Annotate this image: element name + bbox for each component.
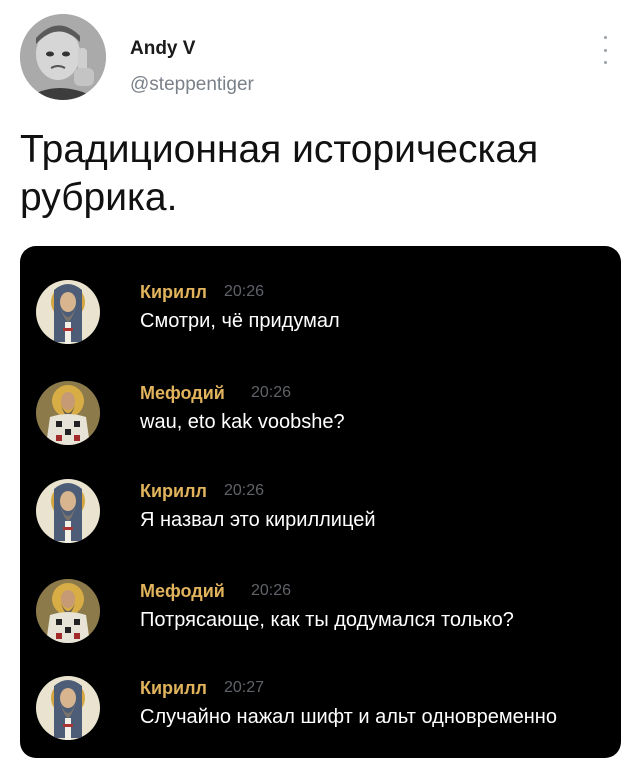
message-author[interactable]: Мефодий	[140, 383, 225, 404]
chat-avatar[interactable]	[36, 381, 100, 445]
chat-message: Кирилл 20:26 Смотри, чё придумал	[36, 280, 606, 360]
chat-message: Мефодий 20:26 Потрясающе, как ты додумал…	[36, 579, 606, 659]
more-options-icon[interactable]	[598, 36, 612, 64]
tweet-text: Традиционная историческая рубрика.	[20, 126, 610, 222]
chat-avatar[interactable]	[36, 676, 100, 740]
icon-saint-mefodiy-avatar	[36, 579, 100, 643]
tweet-header: Andy V @steppentiger	[20, 14, 620, 104]
message-text: Смотри, чё придумал	[140, 310, 340, 332]
message-author[interactable]: Кирилл	[140, 678, 207, 699]
message-text: Я назвал это кириллицей	[140, 509, 376, 531]
more-dot	[603, 48, 607, 52]
message-author[interactable]: Кирилл	[140, 282, 207, 303]
author-avatar[interactable]	[20, 14, 106, 100]
message-time: 20:26	[224, 482, 265, 499]
chat-message: Кирилл 20:26 Я назвал это кириллицей	[36, 479, 606, 559]
message-time: 20:26	[251, 384, 292, 401]
more-dot	[603, 36, 607, 39]
message-time: 20:26	[251, 582, 292, 599]
message-text: wau, eto kak voobshe?	[140, 411, 345, 433]
more-dot	[603, 61, 607, 64]
chat-screenshot: Кирилл 20:26 Смотри, чё придумал Мефодий…	[20, 246, 621, 758]
user-avatar-icon	[20, 14, 106, 100]
icon-saint-kirill-avatar	[36, 479, 100, 543]
chat-avatar[interactable]	[36, 579, 100, 643]
icon-saint-kirill-avatar	[36, 280, 100, 344]
chat-avatar[interactable]	[36, 479, 100, 543]
message-time: 20:26	[224, 283, 265, 300]
tweet-text-line: Традиционная историческая	[20, 128, 539, 171]
author-name[interactable]: Andy V	[130, 38, 195, 60]
chat-message: Кирилл 20:27 Случайно нажал шифт и альт …	[36, 676, 606, 756]
icon-saint-kirill-avatar	[36, 676, 100, 740]
message-time: 20:27	[224, 679, 265, 696]
chat-message: Мефодий 20:26 wau, eto kak voobshe?	[36, 381, 606, 461]
message-author[interactable]: Кирилл	[140, 481, 207, 502]
chat-avatar[interactable]	[36, 280, 100, 344]
tweet-text-line: рубрика.	[20, 176, 178, 219]
author-handle[interactable]: @steppentiger	[130, 74, 254, 96]
message-author[interactable]: Мефодий	[140, 581, 225, 602]
icon-saint-mefodiy-avatar	[36, 381, 100, 445]
tweet-card: Andy V @steppentiger Традиционная истори…	[0, 0, 640, 780]
message-text: Потрясающе, как ты додумался только?	[140, 609, 514, 631]
message-text: Случайно нажал шифт и альт одновременно	[140, 706, 557, 728]
